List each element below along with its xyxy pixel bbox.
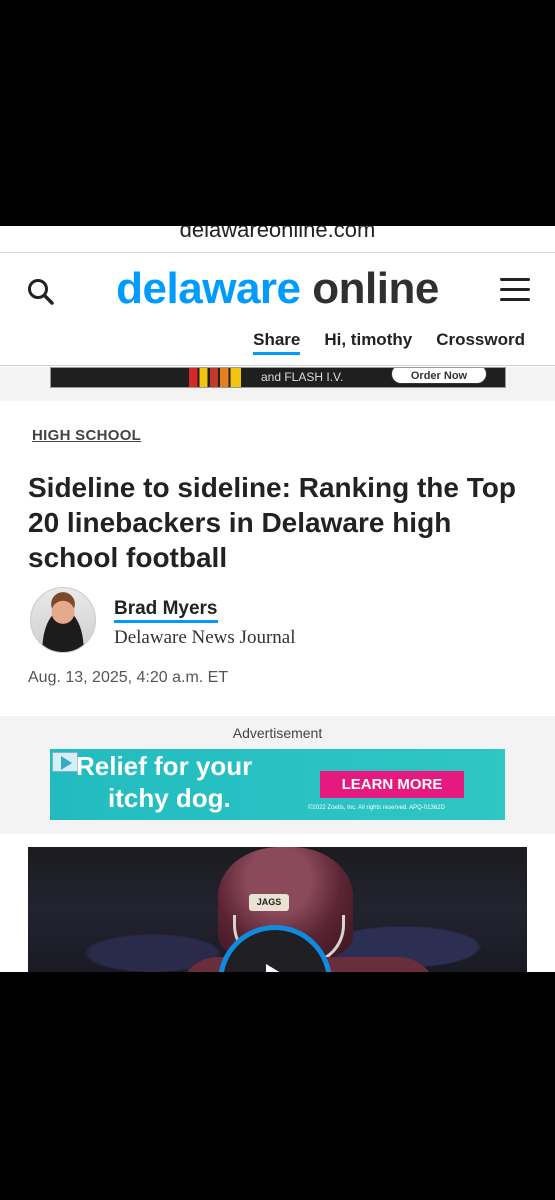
logo-online: online [312,264,439,313]
crossword-link[interactable]: Crossword [436,330,525,355]
publish-date: Aug. 13, 2025, 4:20 a.m. ET [28,669,229,686]
share-link[interactable]: Share [253,330,301,355]
advertisement-section: Advertisement Relief for your itchy dog.… [0,716,555,834]
adchoices-icon[interactable] [52,752,78,772]
top-ad-text: and FLASH I.V. [261,370,344,384]
ad-product-image [189,368,241,387]
advertisement-label: Advertisement [232,725,323,741]
hamburger-menu-icon[interactable] [500,278,530,304]
advertisement-banner[interactable]: Relief for your itchy dog. LEARN MORE ©2… [50,749,505,820]
top-ad-band: and FLASH I.V. Order Now [0,367,555,401]
author-link[interactable]: Brad Myers [114,598,218,623]
learn-more-button[interactable]: LEARN MORE [320,771,464,798]
ad-fine-print: ©2022 Zoetis, Inc. All rights reserved. … [308,805,445,811]
account-greeting-link[interactable]: Hi, timothy [324,330,412,355]
site-logo[interactable]: delaware online [0,264,555,314]
category-link[interactable]: HIGH SCHOOL [32,427,141,444]
author-organization: Delaware News Journal [114,627,296,648]
author-avatar[interactable] [30,587,96,653]
site-header: delaware online Share Hi, timothy Crossw… [0,254,555,366]
header-nav: Share Hi, timothy Crossword [253,330,525,355]
browser-viewport: delawareonline.com delaware online Share… [0,226,555,972]
ad-headline-line2: itchy dog. [108,783,231,813]
url-text: delawareonline.com [179,226,376,242]
logo-delaware: delaware [116,264,301,313]
address-bar[interactable]: delawareonline.com [0,226,555,253]
order-now-button[interactable]: Order Now [391,368,487,384]
article-headline: Sideline to sideline: Ranking the Top 20… [28,472,516,573]
ad-headline-line1: Relief for your [76,751,253,781]
video-player[interactable]: JAGS [28,847,527,972]
helmet-label: JAGS [249,894,289,911]
top-ad-banner[interactable]: and FLASH I.V. Order Now [50,367,506,388]
